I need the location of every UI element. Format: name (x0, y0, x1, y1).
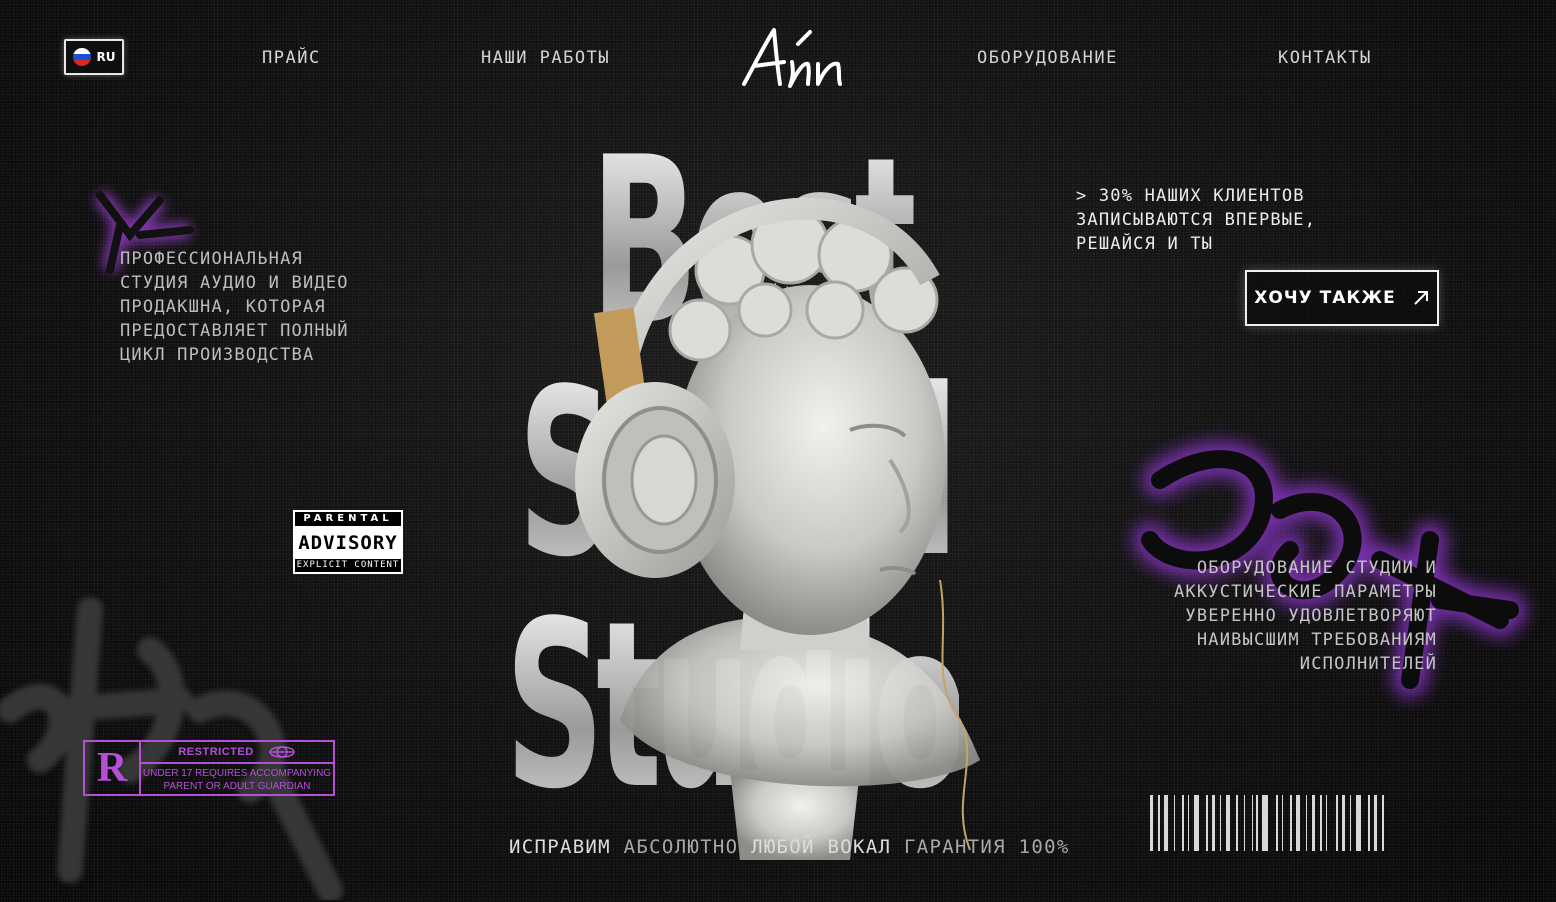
barcode-bar (1282, 795, 1283, 851)
cta-button[interactable]: ХОЧУ ТАКЖЕ (1245, 270, 1439, 326)
clients-stat-text: > 30% НАШИХ КЛИЕНТОВ ЗАПИСЫВАЮТСЯ ВПЕРВЫ… (1076, 186, 1317, 254)
barcode-bar (1174, 795, 1175, 851)
logo-signature-icon (742, 28, 842, 88)
barcode-bar (1290, 795, 1292, 851)
barcode-bar (1194, 795, 1199, 851)
barcode-bar (1256, 795, 1258, 851)
rating-title: RESTRICTED (178, 746, 254, 758)
slogan-part-4: ВОКАЛ (827, 836, 892, 858)
nav-price[interactable]: ПРАЙС (262, 48, 321, 68)
barcode-bar (1326, 795, 1327, 851)
barcode-bar (1368, 795, 1370, 851)
slogan-part-1: ИСПРАВИМ (509, 836, 611, 858)
hero-slogan: ИСПРАВИМ АБСОЛЮТНО ЛЮБОЙ ВОКАЛ ГАРАНТИЯ … (509, 836, 1070, 858)
barcode-decoration (1150, 795, 1384, 851)
barcode-bar (1320, 795, 1322, 851)
barcode-bar (1306, 795, 1307, 851)
barcode-bar (1226, 795, 1230, 851)
nav-works[interactable]: НАШИ РАБОТЫ (481, 48, 610, 68)
advisory-bottom: EXPLICIT CONTENT (295, 559, 401, 572)
slogan-part-3: ЛЮБОЙ (751, 836, 815, 858)
language-switch[interactable]: RU (64, 39, 124, 75)
logo[interactable] (738, 22, 850, 96)
barcode-bar (1252, 795, 1253, 851)
globe-icon (268, 746, 295, 758)
rating-description: UNDER 17 REQUIRES ACCOMPANYING PARENT OR… (142, 768, 332, 792)
intro-text: ПРОФЕССИОНАЛЬНАЯ СТУДИЯ АУДИО И ВИДЕО ПР… (120, 249, 349, 365)
arrow-up-right-icon (1413, 291, 1428, 305)
restricted-rating-badge: R RESTRICTED UNDER 17 REQUIRES ACCOMPANY… (83, 740, 335, 796)
barcode-bar (1236, 795, 1238, 851)
barcode-bar (1150, 795, 1153, 851)
cta-label: ХОЧУ ТАКЖЕ (1254, 288, 1396, 308)
barcode-bar (1182, 795, 1184, 851)
barcode-bar (1350, 795, 1351, 851)
barcode-bar (1312, 795, 1315, 851)
barcode-bar (1382, 795, 1384, 851)
nav-contacts[interactable]: КОНТАКТЫ (1278, 48, 1372, 68)
barcode-bar (1374, 795, 1377, 851)
barcode-bar (1220, 795, 1221, 851)
barcode-bar (1164, 795, 1168, 851)
barcode-bar (1342, 795, 1345, 851)
nav-equipment[interactable]: ОБОРУДОВАНИЕ (977, 48, 1118, 68)
advisory-top: PARENTAL (295, 512, 401, 526)
parental-advisory-label: PARENTAL ADVISORY EXPLICIT CONTENT (293, 510, 403, 574)
barcode-bar (1262, 795, 1268, 851)
barcode-bar (1296, 795, 1300, 851)
russia-flag-icon (72, 48, 91, 66)
barcode-bar (1158, 795, 1160, 851)
advisory-main: ADVISORY (298, 531, 398, 554)
barcode-bar (1212, 795, 1215, 851)
barcode-bar (1336, 795, 1338, 851)
statue-bust-with-headphones (575, 197, 980, 860)
slogan-part-5: ГАРАНТИЯ 100% (903, 836, 1070, 858)
equipment-note-text: ОБОРУДОВАНИЕ СТУДИИ И АККУСТИЧЕСКИЕ ПАРА… (1173, 558, 1437, 674)
barcode-bar (1276, 795, 1278, 851)
barcode-bar (1206, 795, 1208, 851)
barcode-bar (1356, 795, 1361, 851)
barcode-bar (1188, 795, 1189, 851)
rating-letter: R (85, 742, 141, 794)
language-code: RU (96, 50, 116, 64)
barcode-bar (1244, 795, 1245, 851)
slogan-part-2: АБСОЛЮТНО (623, 836, 739, 858)
